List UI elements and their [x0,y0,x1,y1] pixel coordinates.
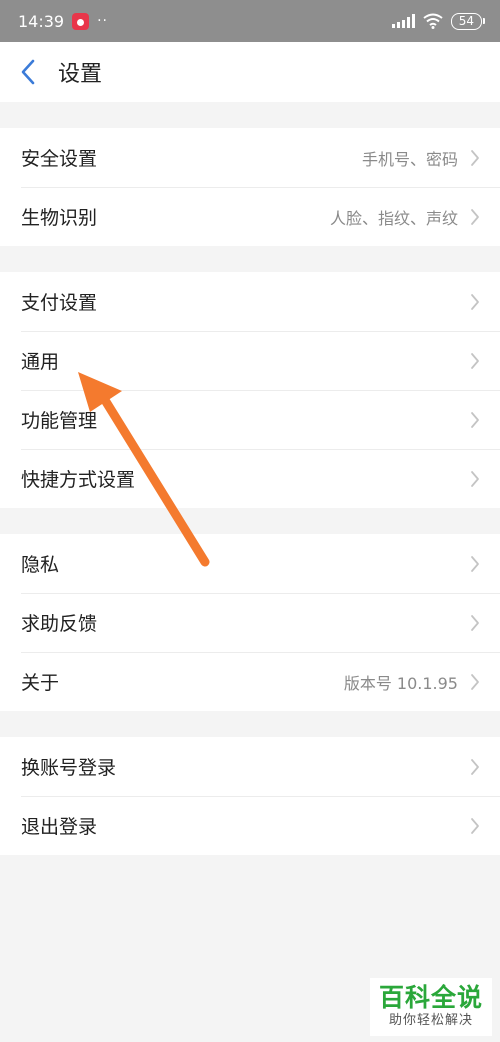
chevron-right-icon [471,673,479,690]
status-bar: 14:39 ·· 54 [0,0,500,42]
settings-row-label: 隐私 [21,554,60,576]
settings-row-label: 换账号登录 [21,757,117,779]
settings-row[interactable]: 快捷方式设置 [0,449,500,508]
settings-row-value: 手机号、密码 [361,149,458,169]
settings-group: 支付设置通用功能管理快捷方式设置 [0,272,500,508]
settings-row[interactable]: 退出登录 [0,796,500,855]
page-title: 设置 [58,62,103,87]
settings-row[interactable]: 关于 版本号 10.1.95 [0,652,500,711]
chevron-left-icon [21,59,35,85]
settings-row[interactable]: 支付设置 [0,272,500,331]
battery-icon: 54 [450,12,486,30]
notification-dots: ·· [97,13,109,29]
settings-group: 安全设置 手机号、密码生物识别 人脸、指纹、声纹 [0,128,500,246]
chevron-right-icon [471,470,479,487]
settings-row[interactable]: 生物识别 人脸、指纹、声纹 [0,187,500,246]
watermark-logo: 百科全说 助你轻松解决 [370,978,492,1036]
signal-icon [391,14,415,28]
back-button[interactable] [0,42,56,102]
chevron-right-icon [471,293,479,310]
settings-list: 安全设置 手机号、密码 生物识别 人脸、指纹、声纹 支付设置 通用 功能管理 快捷方式设置 隐私… [0,128,500,855]
settings-row[interactable]: 求助反馈 [0,593,500,652]
settings-row-value: 版本号 10.1.95 [343,673,458,693]
settings-row-label: 安全设置 [21,148,98,170]
chevron-right-icon [471,555,479,572]
settings-row-label: 支付设置 [21,292,98,314]
chevron-right-icon [471,411,479,428]
chevron-right-icon [471,149,479,166]
settings-row-label: 通用 [21,351,60,373]
app-notification-icon [72,12,90,30]
settings-row-label: 快捷方式设置 [21,469,136,491]
chevron-right-icon [471,614,479,631]
chevron-right-icon [471,817,479,834]
settings-group: 隐私求助反馈关于 版本号 10.1.95 [0,534,500,711]
settings-row-label: 退出登录 [21,816,98,838]
settings-row[interactable]: 换账号登录 [0,737,500,796]
settings-row-label: 生物识别 [21,207,98,229]
nav-bar: 设置 [0,42,500,102]
settings-row-label: 求助反馈 [21,613,98,635]
watermark-subtitle: 助你轻松解决 [388,1013,473,1028]
settings-group: 换账号登录 退出登录 [0,737,500,855]
settings-row[interactable]: 隐私 [0,534,500,593]
settings-row[interactable]: 通用 [0,331,500,390]
settings-row-label: 功能管理 [21,410,98,432]
settings-row[interactable]: 安全设置 手机号、密码 [0,128,500,187]
watermark-title: 百科全说 [378,983,483,1012]
chevron-right-icon [471,758,479,775]
chevron-right-icon [471,352,479,369]
wifi-icon [423,13,443,29]
settings-row-value: 人脸、指纹、声纹 [329,208,458,228]
settings-row[interactable]: 功能管理 [0,390,500,449]
chevron-right-icon [471,208,479,225]
status-time: 14:39 [18,11,65,31]
settings-row-label: 关于 [21,672,60,694]
